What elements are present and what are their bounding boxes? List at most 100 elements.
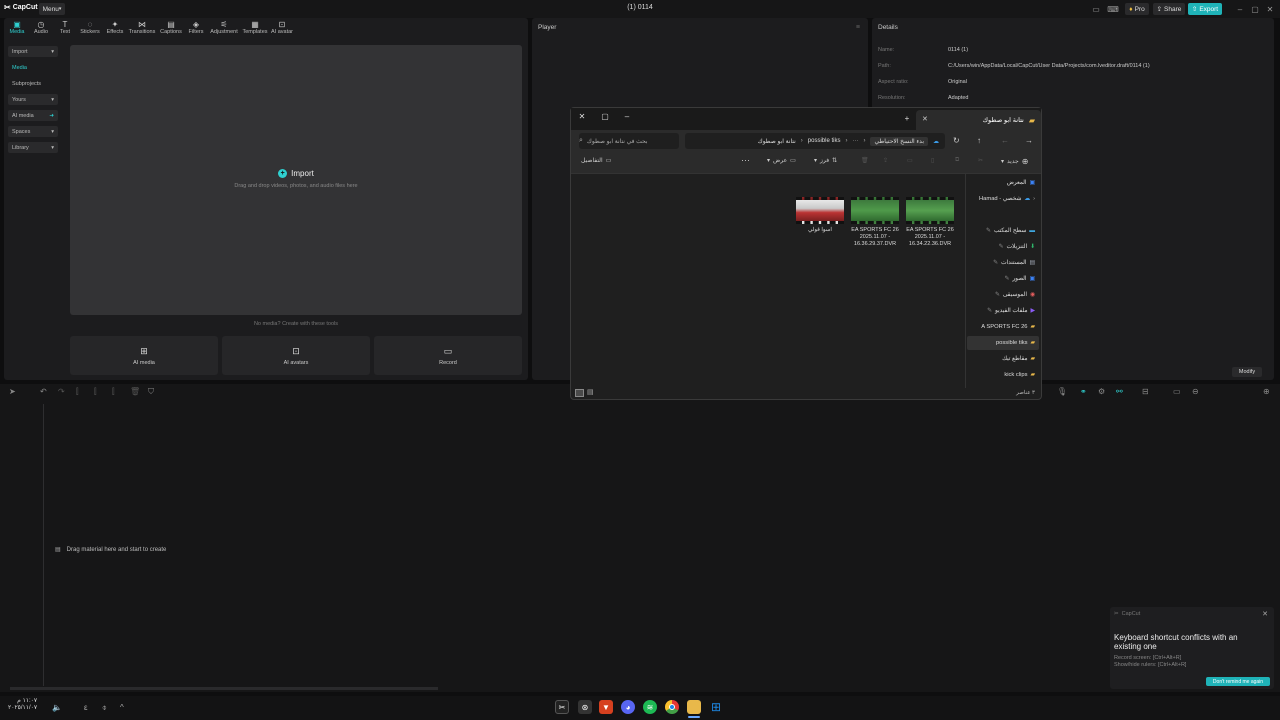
magnet-icon[interactable]: ⚯ [1116, 387, 1123, 396]
shortcuts-icon[interactable]: ⌨ [1107, 4, 1119, 14]
record-card[interactable]: ▭ Record [374, 336, 522, 375]
language-icon[interactable]: ε [84, 703, 88, 712]
tray-expand-icon[interactable]: ^ [120, 703, 124, 712]
link-icon[interactable]: ⚭ [1080, 387, 1087, 396]
nav-item-documents[interactable]: ✎ المستندات ▤ [967, 256, 1039, 270]
nav-item-downloads[interactable]: ✎ التنزيلات ⬇ [967, 240, 1039, 254]
sidebar-item-library[interactable]: Library ▾ [8, 142, 58, 153]
timeline[interactable] [0, 400, 1280, 692]
share-file-icon[interactable]: ⇪ [883, 157, 888, 164]
nav-item-pictures[interactable]: ✎ الصور ▣ [967, 272, 1039, 286]
sidebar-item-subprojects[interactable]: Subprojects [8, 78, 58, 89]
snap-icon[interactable]: ⚙ [1098, 387, 1105, 396]
timeline-scrollbar[interactable] [10, 687, 438, 690]
tool-adjustment[interactable]: ⚟ Adjustment [210, 20, 238, 36]
view-button[interactable]: ▾ عرض ▭ [767, 157, 796, 164]
preview-axis-icon[interactable]: ⊟ [1142, 387, 1149, 396]
file-thumbnail-2[interactable] [851, 197, 899, 224]
tool-transitions[interactable]: ⋈ Transitions [129, 20, 156, 36]
tool-captions[interactable]: ▤ Captions [158, 20, 184, 36]
explorer-address-bar[interactable]: نتانة ابو صطوك › possible tiks › ··· › ب… [685, 133, 945, 149]
file-name-3[interactable]: EA SPORTS FC 26 2025.11.07 - 16.34.22.36… [903, 227, 957, 248]
file-name-1[interactable]: اسوا قولي [793, 227, 847, 234]
tool-effects[interactable]: ✦ Effects [102, 20, 128, 36]
redo-icon[interactable]: ↷ [58, 387, 65, 396]
details-view-icon[interactable]: ▤ [587, 388, 594, 396]
sidebar-item-yours[interactable]: Yours ▾ [8, 94, 58, 105]
tool-templates[interactable]: ▦ Templates [242, 20, 268, 36]
taskbar-chrome-icon[interactable] [665, 700, 679, 714]
explorer-tab[interactable]: ✕ نتانة ابو صطوك ▰ [916, 110, 1041, 130]
new-button[interactable]: ▾ جديد ⊕ [1001, 157, 1028, 166]
import-drop-zone[interactable]: + Import Drag and drop videos, photos, a… [70, 45, 522, 315]
close-window-icon[interactable]: ✕ [576, 112, 588, 121]
file-name-2[interactable]: EA SPORTS FC 26 2025.11.07 - 16.36.29.37… [848, 227, 902, 248]
nav-item-desktop[interactable]: ✎ سطح المكتب ▬ [967, 224, 1039, 238]
menu-icon[interactable]: ≡ [856, 24, 860, 31]
tool-ai-avatar[interactable]: ⊡ AI avatar [269, 20, 295, 36]
forward-icon[interactable]: ← [1001, 136, 1009, 145]
volume-icon[interactable]: 🔈 [52, 703, 62, 712]
new-tab-icon[interactable]: + [901, 114, 913, 123]
tool-media[interactable]: ▣ Media [4, 20, 30, 36]
rename-icon[interactable]: ▭ [907, 157, 913, 164]
layout-icon[interactable]: ▭ [1091, 4, 1101, 14]
up-icon[interactable]: ↑ [977, 136, 981, 145]
undo-icon[interactable]: ↶ [40, 387, 47, 396]
caption-icon[interactable]: ▭ [1173, 387, 1181, 396]
nav-item-gallery[interactable]: المعرض ▣ [967, 176, 1039, 190]
sidebar-item-spaces[interactable]: Spaces ▾ [8, 126, 58, 137]
import-button[interactable]: + Import [70, 169, 522, 178]
maximize-window-icon[interactable]: ▢ [599, 112, 611, 121]
sidebar-item-import[interactable]: Import ▾ [8, 46, 58, 57]
refresh-icon[interactable]: ↻ [953, 136, 960, 145]
pro-button[interactable]: ♦ Pro [1125, 3, 1149, 15]
sort-button[interactable]: ▾ فرز ⇅ [814, 157, 837, 164]
taskbar-clock[interactable]: ١١:٠٧ م ٢٠٢٥/١١/٠٧ [8, 698, 37, 712]
back-icon[interactable]: → [1025, 136, 1033, 145]
explorer-search-input[interactable]: بحث في نتانة ابو صطوك ⌕ [579, 133, 679, 149]
zoom-out-icon[interactable]: ⊖ [1192, 387, 1199, 396]
zoom-in-icon[interactable]: ⊕ [1263, 387, 1270, 396]
mic-tray-icon[interactable]: ⌽ [102, 703, 107, 713]
taskbar-spotify-icon[interactable]: ≋ [643, 700, 657, 714]
marker-icon[interactable]: ⛉ [148, 387, 154, 397]
nav-item-kick-clips[interactable]: kick clips ▰ [967, 368, 1039, 382]
dont-remind-button[interactable]: Don't remind me again [1206, 677, 1270, 686]
minimize-icon[interactable]: – [1235, 4, 1245, 14]
file-thumbnail-1[interactable] [796, 197, 844, 224]
tool-stickers[interactable]: ◌ Stickers [77, 20, 103, 36]
taskbar-capcut-icon[interactable]: ✂ [555, 700, 569, 714]
minimize-window-icon[interactable]: – [621, 112, 633, 121]
details-pane-button[interactable]: التفاصيل ▭ [581, 157, 611, 164]
delete-file-icon[interactable]: 🗑 [861, 157, 869, 164]
tool-text[interactable]: T Text [52, 20, 78, 36]
copy-icon[interactable]: ⧉ [955, 157, 959, 164]
nav-item-onedrive[interactable]: Hamad - شخصي ☁ › [967, 192, 1039, 206]
nav-item-fc26[interactable]: A SPORTS FC 26 ▰ [967, 320, 1039, 334]
sidebar-item-ai-media[interactable]: AI media ➜ [8, 110, 58, 121]
sidebar-item-media[interactable]: Media [8, 62, 58, 73]
close-notification-icon[interactable]: ✕ [1262, 610, 1268, 618]
cut-icon[interactable]: ✂ [978, 157, 983, 164]
maximize-icon[interactable]: ▢ [1250, 4, 1260, 14]
split-left-icon[interactable]: ⫿ [94, 387, 97, 397]
large-icons-view-icon[interactable] [575, 389, 584, 397]
nav-item-videos[interactable]: ✎ ملفات الفيديو ▶ [967, 304, 1039, 318]
nav-item-tik-clips[interactable]: مقاطع تيك ▰ [967, 352, 1039, 366]
taskbar-windows-icon[interactable]: ⊞ [709, 700, 723, 714]
nav-item-possible-tiks[interactable]: possible tiks ▰ [967, 336, 1039, 350]
close-tab-icon[interactable]: ✕ [922, 115, 928, 123]
share-button[interactable]: ⇪ Share [1153, 3, 1185, 15]
more-icon[interactable]: ··· [741, 155, 750, 165]
split-right-icon[interactable]: ⫿ [112, 387, 115, 397]
backup-button[interactable]: بدء النسخ الاحتياطي [870, 136, 928, 146]
ai-media-card[interactable]: ⊞ AI media [70, 336, 218, 375]
export-button[interactable]: ⇧ Export [1188, 3, 1222, 15]
split-icon[interactable]: ⫿ [76, 387, 79, 397]
paste-icon[interactable]: ▯ [931, 157, 934, 164]
tool-audio[interactable]: ◷ Audio [28, 20, 54, 36]
file-thumbnail-3[interactable] [906, 197, 954, 224]
mic-icon[interactable]: 🎙 [1057, 387, 1067, 396]
select-cursor-icon[interactable]: ➤ [9, 387, 16, 396]
